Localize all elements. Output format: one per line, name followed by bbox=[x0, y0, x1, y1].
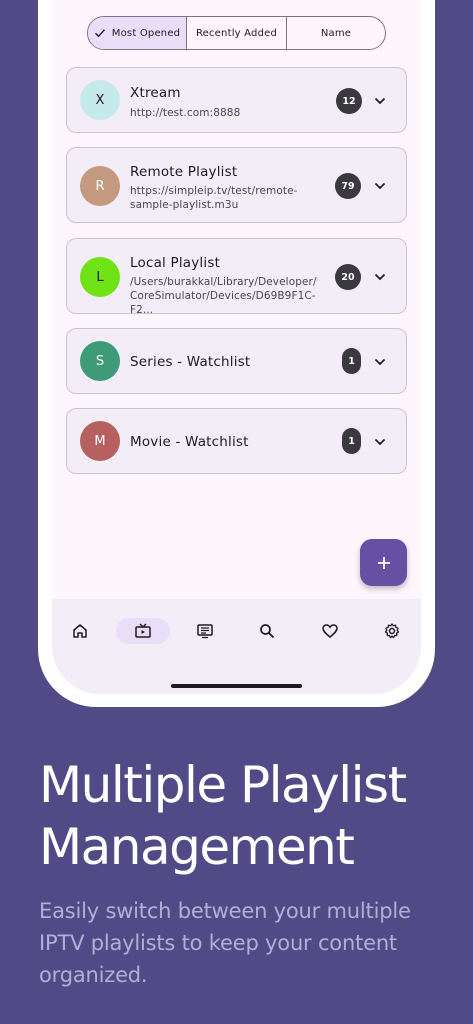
tab-label: Most Opened bbox=[111, 27, 181, 39]
playlist-card[interactable]: M Movie - Watchlist 1 bbox=[66, 408, 407, 474]
avatar: R bbox=[80, 166, 120, 206]
playlist-card[interactable]: X Xtream http://test.com:8888 12 bbox=[66, 67, 407, 133]
playlist-url: https://simpleip.tv/test/remote- sample-… bbox=[130, 185, 298, 211]
count-badge: 12 bbox=[336, 88, 362, 114]
list-icon bbox=[197, 624, 213, 639]
tab-name[interactable]: Name bbox=[287, 17, 385, 49]
avatar: S bbox=[80, 341, 120, 381]
sort-segmented-control: Most Opened Recently Added Name bbox=[87, 16, 386, 50]
playlist-url: http://test.com:8888 bbox=[130, 107, 241, 119]
check-icon bbox=[94, 29, 105, 38]
tab-label: Name bbox=[320, 27, 352, 39]
nav-guide[interactable] bbox=[178, 618, 232, 644]
chevron-down-icon[interactable] bbox=[374, 182, 386, 190]
chevron-down-icon[interactable] bbox=[374, 438, 386, 446]
tab-label: Recently Added bbox=[195, 27, 278, 39]
tab-most-opened[interactable]: Most Opened bbox=[88, 17, 187, 49]
plus-icon bbox=[377, 556, 390, 569]
chevron-down-icon[interactable] bbox=[374, 273, 386, 281]
chevron-down-icon[interactable] bbox=[374, 97, 386, 105]
bottom-navigation bbox=[52, 599, 421, 694]
count-badge: 1 bbox=[342, 348, 361, 374]
nav-search[interactable] bbox=[240, 618, 294, 644]
nav-tv[interactable] bbox=[116, 618, 170, 644]
avatar: M bbox=[80, 421, 120, 461]
playlist-title: Xtream bbox=[130, 85, 181, 101]
playlist-card[interactable]: R Remote Playlist https://simpleip.tv/te… bbox=[66, 147, 407, 223]
heart-icon bbox=[322, 624, 338, 638]
nav-home[interactable] bbox=[53, 618, 107, 644]
count-badge: 79 bbox=[335, 173, 361, 199]
tv-icon bbox=[135, 623, 151, 638]
add-playlist-button[interactable] bbox=[360, 539, 407, 586]
settings-icon bbox=[384, 623, 400, 639]
marketing-subhead: Easily switch between your multiple IPTV… bbox=[39, 899, 411, 987]
playlist-title: Local Playlist bbox=[130, 255, 221, 271]
playlist-path: /Users/burakkal/Library/Developer/ CoreS… bbox=[130, 276, 317, 316]
search-icon bbox=[260, 624, 275, 639]
nav-settings[interactable] bbox=[365, 618, 419, 644]
nav-favorites[interactable] bbox=[303, 618, 357, 644]
playlist-title: Movie - Watchlist bbox=[130, 434, 249, 450]
chevron-down-icon[interactable] bbox=[374, 358, 386, 366]
playlist-card[interactable]: S Series - Watchlist 1 bbox=[66, 328, 407, 394]
avatar: L bbox=[80, 257, 120, 297]
playlist-card[interactable]: L Local Playlist /Users/burakkal/Library… bbox=[66, 238, 407, 316]
app-screen: Most Opened Recently Added Name X Xtream… bbox=[52, 0, 421, 694]
playlist-title: Remote Playlist bbox=[130, 164, 238, 180]
marketing-headline: Multiple Playlist Management bbox=[39, 756, 407, 876]
tab-recently-added[interactable]: Recently Added bbox=[187, 17, 287, 49]
count-badge: 20 bbox=[335, 264, 361, 290]
home-icon bbox=[73, 624, 87, 638]
home-indicator bbox=[171, 684, 302, 688]
playlist-title: Series - Watchlist bbox=[130, 354, 251, 370]
count-badge: 1 bbox=[342, 428, 361, 454]
avatar: X bbox=[80, 80, 120, 120]
